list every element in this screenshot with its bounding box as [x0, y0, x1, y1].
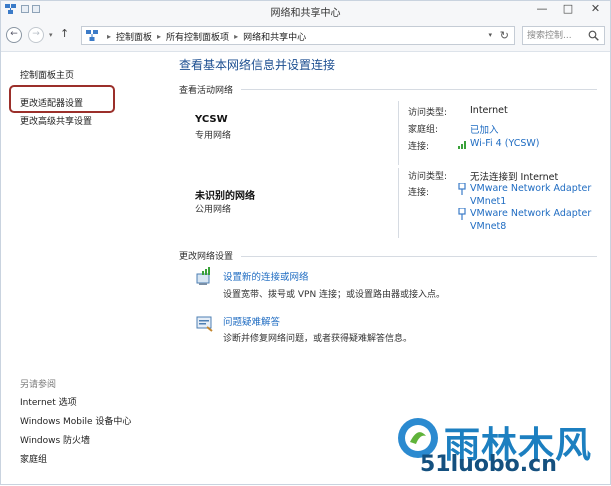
task-description: 诊断并修复网络问题，或者获得疑难解答信息。 [223, 334, 413, 344]
troubleshoot-problems-link[interactable]: 问题疑难解答 [223, 314, 280, 328]
vmware-vmnet1-link[interactable]: VMnet1 [470, 196, 506, 207]
address-bar[interactable]: ▸ 控制面板 ▸ 所有控制面板项 ▸ 网络和共享中心 ▾ ↻ [81, 26, 515, 45]
column-divider [398, 168, 399, 238]
internet-options-link[interactable]: Internet 选项 [20, 395, 77, 408]
ethernet-adapter-icon [458, 183, 466, 195]
address-toolbar: ← → ▾ ↑ ▸ 控制面板 ▸ 所有控制面板项 ▸ 网络和共享中心 ▾ ↻ [1, 19, 610, 52]
breadcrumb-separator-icon[interactable]: ▸ [157, 32, 161, 41]
access-type-label: 访问类型: [408, 108, 448, 118]
network-type: 专用网络 [195, 131, 232, 141]
breadcrumb: ▸ 控制面板 ▸ 所有控制面板项 ▸ 网络和共享中心 [102, 30, 306, 43]
wifi-connection-link[interactable]: Wi-Fi 4 (YCSW) [470, 138, 540, 149]
page-title: 查看基本网络信息并设置连接 [179, 58, 336, 72]
vmware-vmnet1-link[interactable]: VMware Network Adapter [470, 183, 591, 194]
access-type-label: 访问类型: [408, 172, 448, 182]
search-box[interactable] [522, 26, 605, 45]
homegroup-link[interactable]: 家庭组 [20, 452, 47, 465]
connections-label: 连接: [408, 142, 430, 152]
close-button[interactable]: ✕ [581, 1, 610, 18]
new-connection-icon [196, 267, 210, 285]
change-advanced-sharing-link[interactable]: 更改高级共享设置 [20, 114, 92, 127]
troubleshoot-icon [196, 316, 213, 332]
recent-locations-dropdown[interactable]: ▾ [49, 31, 53, 39]
section-divider [241, 256, 597, 257]
refresh-icon[interactable]: ↻ [500, 29, 509, 42]
title-bar: 网络和共享中心 — □ ✕ [1, 1, 610, 19]
vmware-vmnet8-link[interactable]: VMnet8 [470, 221, 506, 232]
see-also-heading: 另请参阅 [20, 380, 57, 390]
breadcrumb-item[interactable]: 控制面板 [116, 30, 152, 43]
ethernet-adapter-icon [458, 208, 466, 220]
connections-label: 连接: [408, 188, 430, 198]
window-title: 网络和共享中心 [270, 8, 341, 19]
access-type-value: Internet [470, 105, 508, 116]
forward-button[interactable]: → [28, 27, 44, 43]
address-dropdown-icon[interactable]: ▾ [488, 31, 492, 39]
wifi-signal-icon [458, 141, 466, 149]
change-settings-heading: 更改网络设置 [179, 252, 234, 262]
section-divider [241, 89, 597, 90]
highlight-annotation-box [9, 85, 115, 113]
setup-new-connection-link[interactable]: 设置新的连接或网络 [223, 269, 309, 283]
maximize-button[interactable]: □ [557, 1, 579, 18]
breadcrumb-separator-icon[interactable]: ▸ [234, 32, 238, 41]
search-input[interactable] [527, 29, 589, 42]
network-name: YCSW [195, 114, 228, 125]
up-arrow-icon[interactable]: ↑ [60, 27, 69, 40]
homegroup-label: 家庭组: [408, 125, 439, 135]
network-type: 公用网络 [195, 205, 232, 215]
windows-mobile-center-link[interactable]: Windows Mobile 设备中心 [20, 414, 131, 427]
back-button[interactable]: ← [6, 27, 22, 43]
task-description: 设置宽带、拨号或 VPN 连接；或设置路由器或接入点。 [223, 290, 446, 300]
minimize-button[interactable]: — [531, 1, 553, 18]
column-divider [398, 101, 399, 165]
homegroup-status-link[interactable]: 已加入 [470, 122, 499, 136]
access-type-value: 无法连接到 Internet [470, 172, 559, 183]
breadcrumb-item[interactable]: 网络和共享中心 [243, 30, 306, 43]
network-sharing-center-window: 网络和共享中心 — □ ✕ ← → ▾ ↑ ▸ 控制面板 ▸ 所有控制面板项 ▸… [0, 0, 611, 485]
watermark: 雨林木风 51luobo.cn [396, 414, 611, 486]
control-panel-home-link[interactable]: 控制面板主页 [20, 68, 74, 81]
vmware-vmnet8-link[interactable]: VMware Network Adapter [470, 208, 591, 219]
search-icon[interactable] [588, 30, 599, 41]
breadcrumb-item[interactable]: 所有控制面板项 [166, 30, 229, 43]
watermark-url: 51luobo.cn [420, 452, 557, 477]
network-name: 未识别的网络 [195, 191, 255, 202]
windows-firewall-link[interactable]: Windows 防火墙 [20, 433, 90, 446]
breadcrumb-separator-icon[interactable]: ▸ [107, 32, 111, 41]
active-networks-heading: 查看活动网络 [179, 86, 234, 96]
network-icon [86, 30, 98, 41]
